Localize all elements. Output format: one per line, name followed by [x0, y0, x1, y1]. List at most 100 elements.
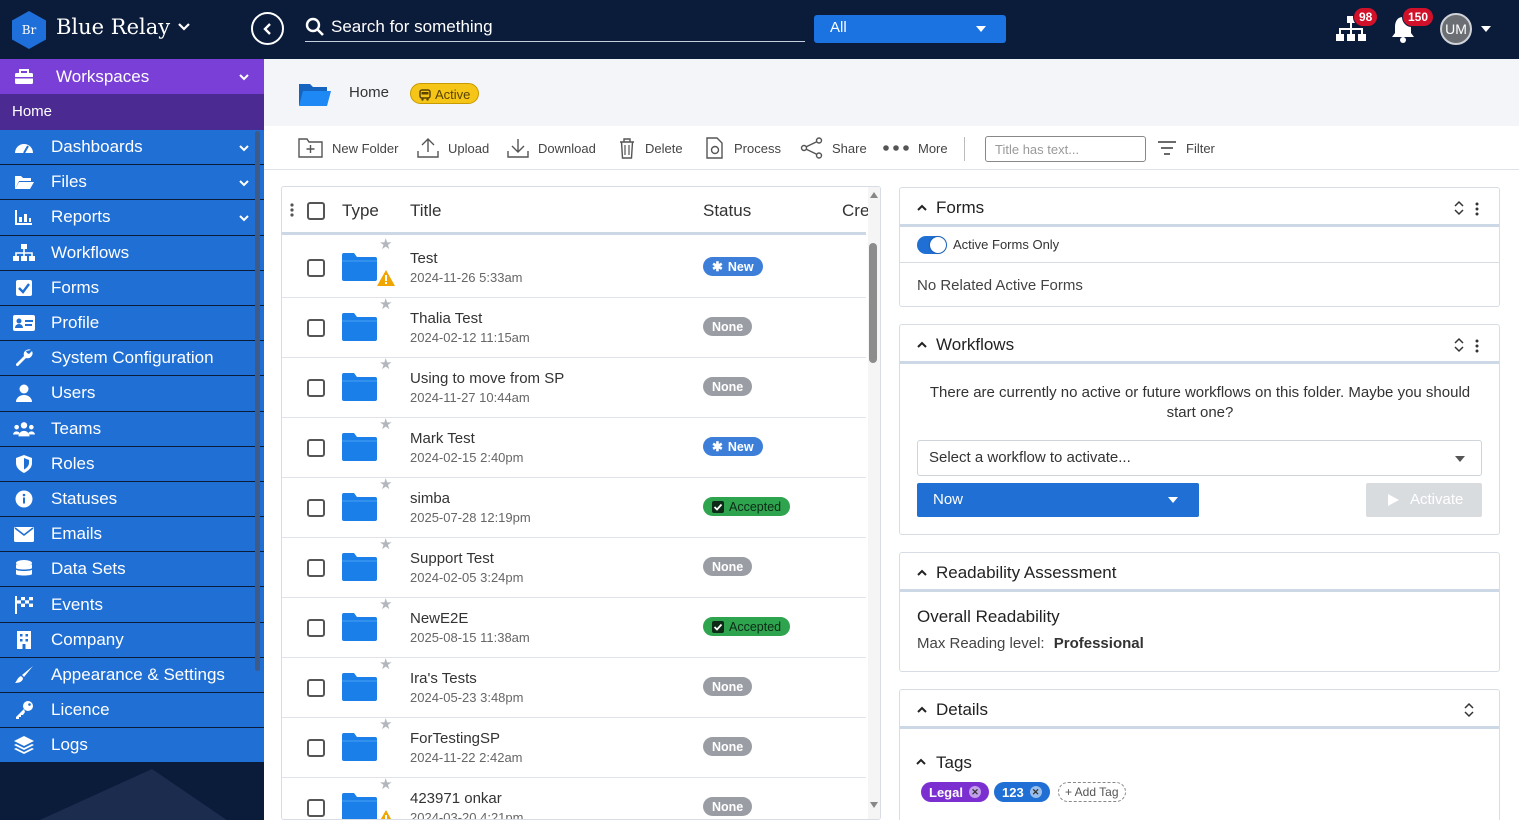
row-checkbox[interactable]	[307, 379, 325, 397]
sidebar-item-teams[interactable]: Teams	[0, 411, 264, 447]
status-badge[interactable]: None	[703, 557, 753, 576]
workflow-select[interactable]: Select a workflow to activate...	[917, 440, 1482, 476]
status-badge[interactable]: None	[703, 677, 753, 696]
table-row[interactable]: ★ Test 2024-11-26 5:33am ✱ New	[282, 235, 866, 298]
table-row[interactable]: ★ Support Test 2024-02-05 3:24pm None	[282, 535, 866, 598]
title-filter-input[interactable]: Title has text...	[985, 136, 1146, 162]
row-title[interactable]: Support Test	[410, 550, 494, 567]
status-badge[interactable]: None	[703, 317, 753, 336]
table-row[interactable]: ★ Using to move from SP 2024-11-27 10:44am…	[282, 355, 866, 418]
status-badge[interactable]: Active	[410, 83, 480, 104]
workflows-panel-header[interactable]: Workflows	[900, 325, 1499, 364]
sort-icon[interactable]	[1453, 200, 1465, 216]
sort-icon[interactable]	[1463, 702, 1475, 718]
row-checkbox[interactable]	[307, 439, 325, 457]
sidebar-item-reports[interactable]: Reports	[0, 200, 264, 236]
chevron-down-icon[interactable]	[176, 19, 192, 35]
sidebar-item-profile[interactable]: Profile	[0, 305, 264, 342]
column-type[interactable]: Type	[342, 201, 379, 221]
status-badge[interactable]: None	[703, 737, 753, 756]
upload-button[interactable]: Upload	[416, 136, 489, 160]
sidebar-item-events[interactable]: Events	[0, 587, 264, 623]
logo[interactable]: Br	[12, 11, 46, 49]
status-badge[interactable]: Accepted	[703, 497, 791, 516]
column-title[interactable]: Title	[410, 201, 442, 221]
status-badge[interactable]: None	[703, 797, 753, 816]
column-status[interactable]: Status	[703, 201, 751, 221]
row-checkbox[interactable]	[307, 499, 325, 517]
readability-panel-header[interactable]: Readability Assessment	[900, 553, 1499, 592]
select-all-checkbox[interactable]	[307, 202, 325, 220]
table-row[interactable]: ★ 423971 onkar 2024-03-20 4:21pm None	[282, 776, 866, 819]
new-folder-button[interactable]: New Folder	[298, 136, 398, 160]
sidebar-scrollbar[interactable]	[255, 131, 260, 671]
row-checkbox[interactable]	[307, 319, 325, 337]
star-icon[interactable]: ★	[379, 235, 392, 253]
row-checkbox[interactable]	[307, 259, 325, 277]
crumb-home[interactable]: Home	[349, 84, 389, 101]
star-icon[interactable]: ★	[379, 655, 392, 673]
tags-section-header[interactable]: Tags	[900, 729, 1499, 774]
row-checkbox[interactable]	[307, 619, 325, 637]
sidebar-item-data-sets[interactable]: Data Sets	[0, 552, 264, 588]
row-title[interactable]: Thalia Test	[410, 310, 482, 327]
share-button[interactable]: Share	[800, 136, 867, 160]
scroll-up-icon[interactable]	[869, 191, 879, 199]
status-badge[interactable]: None	[703, 377, 753, 396]
download-button[interactable]: Download	[506, 136, 596, 160]
row-checkbox[interactable]	[307, 559, 325, 577]
sidebar-item-dashboards[interactable]: Dashboards	[0, 130, 264, 166]
sidebar-item-licence[interactable]: Licence	[0, 693, 264, 729]
list-scrollbar-thumb[interactable]	[869, 243, 877, 363]
row-title[interactable]: NewE2E	[410, 610, 468, 627]
filter-button[interactable]: Filter	[1156, 136, 1215, 160]
workflow-timing-select[interactable]: Now	[917, 483, 1199, 517]
table-row[interactable]: ★ Ira's Tests 2024-05-23 3:48pm None	[282, 655, 866, 718]
table-row[interactable]: ★ simba 2025-07-28 12:19pm Accepted	[282, 475, 866, 538]
workspace-current[interactable]: Home	[0, 94, 264, 130]
star-icon[interactable]: ★	[379, 535, 392, 553]
forms-panel-header[interactable]: Forms	[900, 188, 1499, 227]
status-badge[interactable]: Accepted	[703, 617, 791, 636]
sidebar-item-emails[interactable]: Emails	[0, 517, 264, 553]
row-title[interactable]: Test	[410, 250, 438, 267]
star-icon[interactable]: ★	[379, 295, 392, 313]
table-row[interactable]: ★ Mark Test 2024-02-15 2:40pm ✱ New	[282, 415, 866, 478]
chevron-up-icon[interactable]	[917, 705, 927, 715]
sidebar-item-workflows[interactable]: Workflows	[0, 235, 264, 271]
sidebar-item-logs[interactable]: Logs	[0, 728, 264, 764]
row-title[interactable]: ForTestingSP	[410, 730, 500, 747]
chevron-up-icon[interactable]	[917, 203, 927, 213]
notifications-button[interactable]: 150	[1388, 7, 1435, 44]
sidebar-item-appearance-and-settings[interactable]: Appearance & Settings	[0, 657, 264, 693]
close-icon[interactable]: ✕	[968, 786, 981, 798]
sidebar-item-files[interactable]: Files	[0, 165, 264, 201]
star-icon[interactable]: ★	[379, 415, 392, 433]
back-button[interactable]	[251, 12, 284, 45]
scroll-down-icon[interactable]	[869, 801, 879, 809]
org-chart-button[interactable]: 98	[1334, 7, 1379, 44]
delete-button[interactable]: Delete	[617, 136, 683, 160]
sidebar-item-forms[interactable]: Forms	[0, 270, 264, 306]
search-field[interactable]: Search for something	[305, 12, 805, 42]
add-tag-button[interactable]: + Add Tag	[1058, 782, 1126, 802]
sidebar-item-users[interactable]: Users	[0, 376, 264, 412]
workspaces-toggle[interactable]: Workspaces	[0, 59, 264, 94]
row-checkbox[interactable]	[307, 799, 325, 817]
avatar[interactable]: UM	[1440, 13, 1472, 45]
star-icon[interactable]: ★	[379, 355, 392, 373]
details-panel-header[interactable]: Details	[900, 690, 1499, 729]
active-forms-toggle[interactable]	[917, 236, 947, 254]
sidebar-item-statuses[interactable]: Statuses	[0, 481, 264, 518]
status-badge[interactable]: ✱ New	[703, 257, 763, 276]
row-title[interactable]: Ira's Tests	[410, 670, 477, 687]
star-icon[interactable]: ★	[379, 475, 392, 493]
caret-down-icon[interactable]	[1481, 26, 1491, 32]
more-button[interactable]: More	[882, 136, 948, 160]
chevron-up-icon[interactable]	[916, 757, 926, 767]
tag-chip[interactable]: 123 ✕	[994, 782, 1050, 802]
row-checkbox[interactable]	[307, 739, 325, 757]
star-icon[interactable]: ★	[379, 595, 392, 613]
row-title[interactable]: 423971 onkar	[410, 790, 502, 807]
row-title[interactable]: Mark Test	[410, 430, 475, 447]
